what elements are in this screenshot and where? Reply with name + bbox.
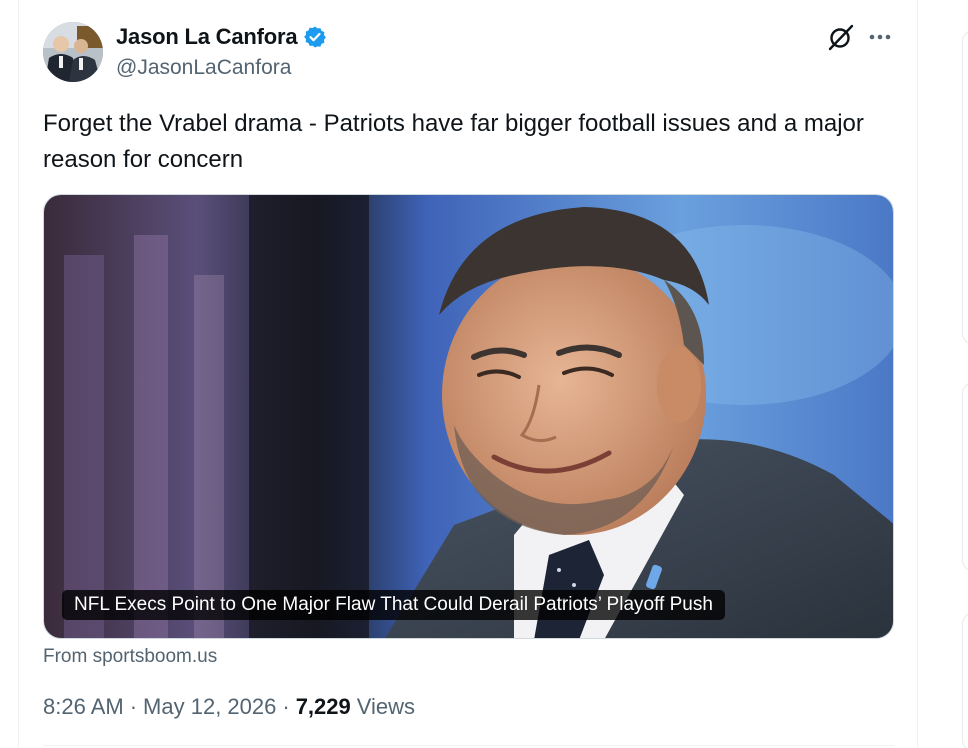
avatar-photo: [43, 22, 103, 82]
sidebar-card[interactable]: [962, 382, 968, 572]
author-display-name[interactable]: Jason La Canfora: [116, 24, 298, 50]
meta-separator: ·: [129, 694, 138, 719]
card-source-link[interactable]: From sportsboom.us: [43, 646, 217, 668]
tweet-time[interactable]: 8:26 AM: [43, 694, 124, 720]
link-preview-card[interactable]: NFL Execs Point to One Major Flaw That C…: [43, 194, 894, 639]
more-horizontal-icon[interactable]: [865, 24, 895, 50]
avatar[interactable]: [43, 22, 103, 82]
right-sidebar: [918, 0, 968, 748]
article-image: [44, 195, 893, 638]
views-count: 7,229: [295, 694, 351, 719]
author-handle[interactable]: @JasonLaCanfora: [116, 56, 291, 80]
sidebar-card[interactable]: [962, 612, 968, 748]
tweet-text: Forget the Vrabel drama - Patriots have …: [43, 110, 864, 173]
tweet-meta: 8:26 AM · May 12, 2026 · 7,229 Views: [43, 694, 415, 720]
verified-badge-icon[interactable]: [303, 25, 327, 49]
meta-separator: ·: [282, 694, 290, 719]
tweet: Jason La Canfora @JasonLaCanfora Forget …: [18, 0, 918, 748]
views-label: Views: [356, 694, 416, 719]
card-title: NFL Execs Point to One Major Flaw That C…: [62, 590, 725, 620]
tweet-date[interactable]: May 12, 2026: [143, 694, 276, 720]
grok-icon[interactable]: [826, 22, 856, 52]
sidebar-card[interactable]: [962, 30, 968, 345]
author-name-row: Jason La Canfora: [116, 24, 327, 50]
divider: [43, 745, 894, 746]
